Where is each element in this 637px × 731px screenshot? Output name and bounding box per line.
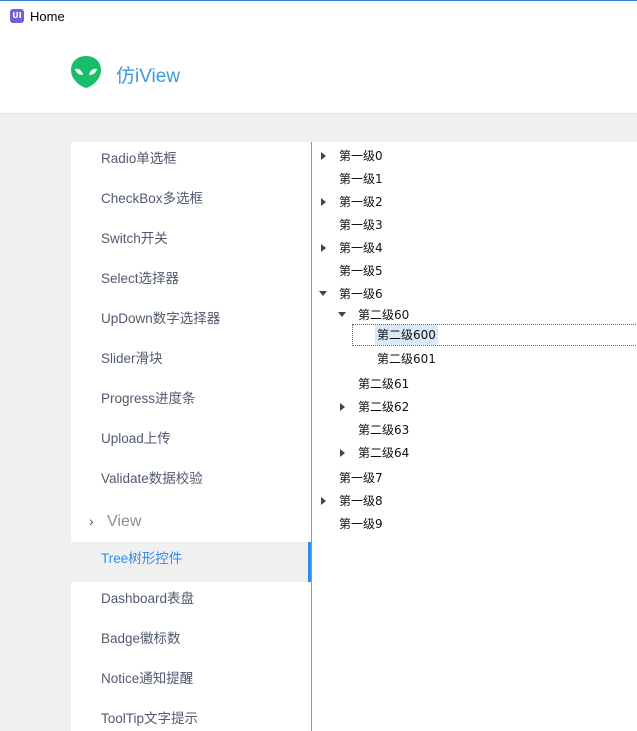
window-title: Home <box>30 9 65 24</box>
tree-node[interactable]: 第二级61 <box>312 374 632 394</box>
menu-item-validate[interactable]: Validate数据校验 <box>71 462 311 502</box>
tree-node[interactable]: 第一级0 <box>312 146 632 166</box>
tree-node[interactable]: 第一级3 <box>312 215 632 235</box>
tree-node-label[interactable]: 第二级600 <box>375 325 438 345</box>
tree-node-label[interactable]: 第二级60 <box>358 305 409 325</box>
tree-node[interactable]: 第一级2 <box>312 192 632 212</box>
tree-node[interactable]: 第二级62 <box>312 397 632 417</box>
menu-item-switch[interactable]: Switch开关 <box>71 222 311 262</box>
menu-item-label: Dashboard表盘 <box>101 591 195 606</box>
expand-arrow-icon[interactable] <box>321 198 326 206</box>
chevron-right-icon: › <box>89 513 94 529</box>
menu-item-label: Validate数据校验 <box>101 471 203 486</box>
tree-node-label[interactable]: 第二级61 <box>358 374 409 394</box>
expand-arrow-icon[interactable] <box>340 449 345 457</box>
menu-group-view[interactable]: › View <box>71 502 311 542</box>
tree-node[interactable]: 第一级1 <box>312 169 632 189</box>
collapse-arrow-icon[interactable] <box>338 312 346 317</box>
tree-node-label[interactable]: 第一级4 <box>339 238 383 258</box>
window-titlebar: UI Home <box>0 0 637 33</box>
menu-item-label: Slider滑块 <box>101 351 163 366</box>
menu-item-label: CheckBox多选框 <box>101 191 204 206</box>
tree-node[interactable]: 第二级601 <box>312 349 632 369</box>
menu-item-label: Badge徽标数 <box>101 631 181 646</box>
ui-app-icon: UI <box>10 9 24 23</box>
tree-node-label[interactable]: 第一级1 <box>339 169 383 189</box>
menu-item-notice[interactable]: Notice通知提醒 <box>71 662 311 702</box>
menu-item-label: Upload上传 <box>101 431 171 446</box>
tree-node-label[interactable]: 第二级601 <box>377 349 436 369</box>
menu-item-tree[interactable]: Tree树形控件 <box>71 542 311 582</box>
app-header: 仿iView <box>0 33 637 114</box>
collapse-arrow-icon[interactable] <box>319 291 327 296</box>
menu-item-progress[interactable]: Progress进度条 <box>71 382 311 422</box>
tree-node[interactable]: 第二级64 <box>312 443 632 463</box>
tree-node[interactable]: 第一级8 <box>312 491 632 511</box>
tree-node-label[interactable]: 第一级5 <box>339 261 383 281</box>
menu-item-label: UpDown数字选择器 <box>101 311 221 326</box>
tree-node[interactable]: 第一级4 <box>312 238 632 258</box>
expand-arrow-icon[interactable] <box>321 497 326 505</box>
menu-group-label: View <box>107 513 142 530</box>
tree-node-label[interactable]: 第二级64 <box>358 443 409 463</box>
tree-node-label[interactable]: 第二级63 <box>358 420 409 440</box>
tree-node[interactable]: 第二级60 <box>312 305 632 325</box>
menu-item-updown[interactable]: UpDown数字选择器 <box>71 302 311 342</box>
tree-node-label[interactable]: 第一级3 <box>339 215 383 235</box>
menu-item-checkbox[interactable]: CheckBox多选框 <box>71 182 311 222</box>
tree-node[interactable]: 第一级5 <box>312 261 632 281</box>
menu-item-dashboard[interactable]: Dashboard表盘 <box>71 582 311 622</box>
menu-item-label: Radio单选框 <box>101 151 177 166</box>
tree-node[interactable]: 第一级9 <box>312 514 632 534</box>
tree-node-selected[interactable]: 第二级600 <box>312 325 632 345</box>
tree-node-label[interactable]: 第一级6 <box>339 284 383 304</box>
brand-title: 仿iView <box>116 66 181 87</box>
alien-logo-icon <box>71 56 101 88</box>
menu-item-tooltip[interactable]: ToolTip文字提示 <box>71 702 311 731</box>
tree-node-label[interactable]: 第二级62 <box>358 397 409 417</box>
tree-node-label[interactable]: 第一级9 <box>339 514 383 534</box>
menu-item-label: Tree树形控件 <box>101 551 183 566</box>
tree-node-label[interactable]: 第一级7 <box>339 468 383 488</box>
menu-item-label: Progress进度条 <box>101 391 196 406</box>
sidebar-menu: Radio单选框 CheckBox多选框 Switch开关 Select选择器 … <box>71 142 311 731</box>
expand-arrow-icon[interactable] <box>340 403 345 411</box>
menu-item-upload[interactable]: Upload上传 <box>71 422 311 462</box>
tree-node[interactable]: 第一级6 <box>312 284 632 304</box>
tree-node-label[interactable]: 第一级0 <box>339 146 383 166</box>
tree-panel: 第一级0 第一级1 第一级2 第一级3 第一级4 第一级5 第一级6 第二级60… <box>311 142 637 731</box>
menu-item-badge[interactable]: Badge徽标数 <box>71 622 311 662</box>
menu-item-slider[interactable]: Slider滑块 <box>71 342 311 382</box>
menu-item-select[interactable]: Select选择器 <box>71 262 311 302</box>
menu-item-label: ToolTip文字提示 <box>101 711 199 726</box>
menu-item-label: Select选择器 <box>101 271 180 286</box>
menu-item-label: Switch开关 <box>101 231 168 246</box>
tree-node-label[interactable]: 第一级8 <box>339 491 383 511</box>
expand-arrow-icon[interactable] <box>321 152 326 160</box>
tree-node[interactable]: 第二级63 <box>312 420 632 440</box>
tree-node-label[interactable]: 第一级2 <box>339 192 383 212</box>
expand-arrow-icon[interactable] <box>321 244 326 252</box>
tree-node[interactable]: 第一级7 <box>312 468 632 488</box>
menu-item-label: Notice通知提醒 <box>101 671 194 686</box>
menu-item-radio[interactable]: Radio单选框 <box>71 142 311 182</box>
